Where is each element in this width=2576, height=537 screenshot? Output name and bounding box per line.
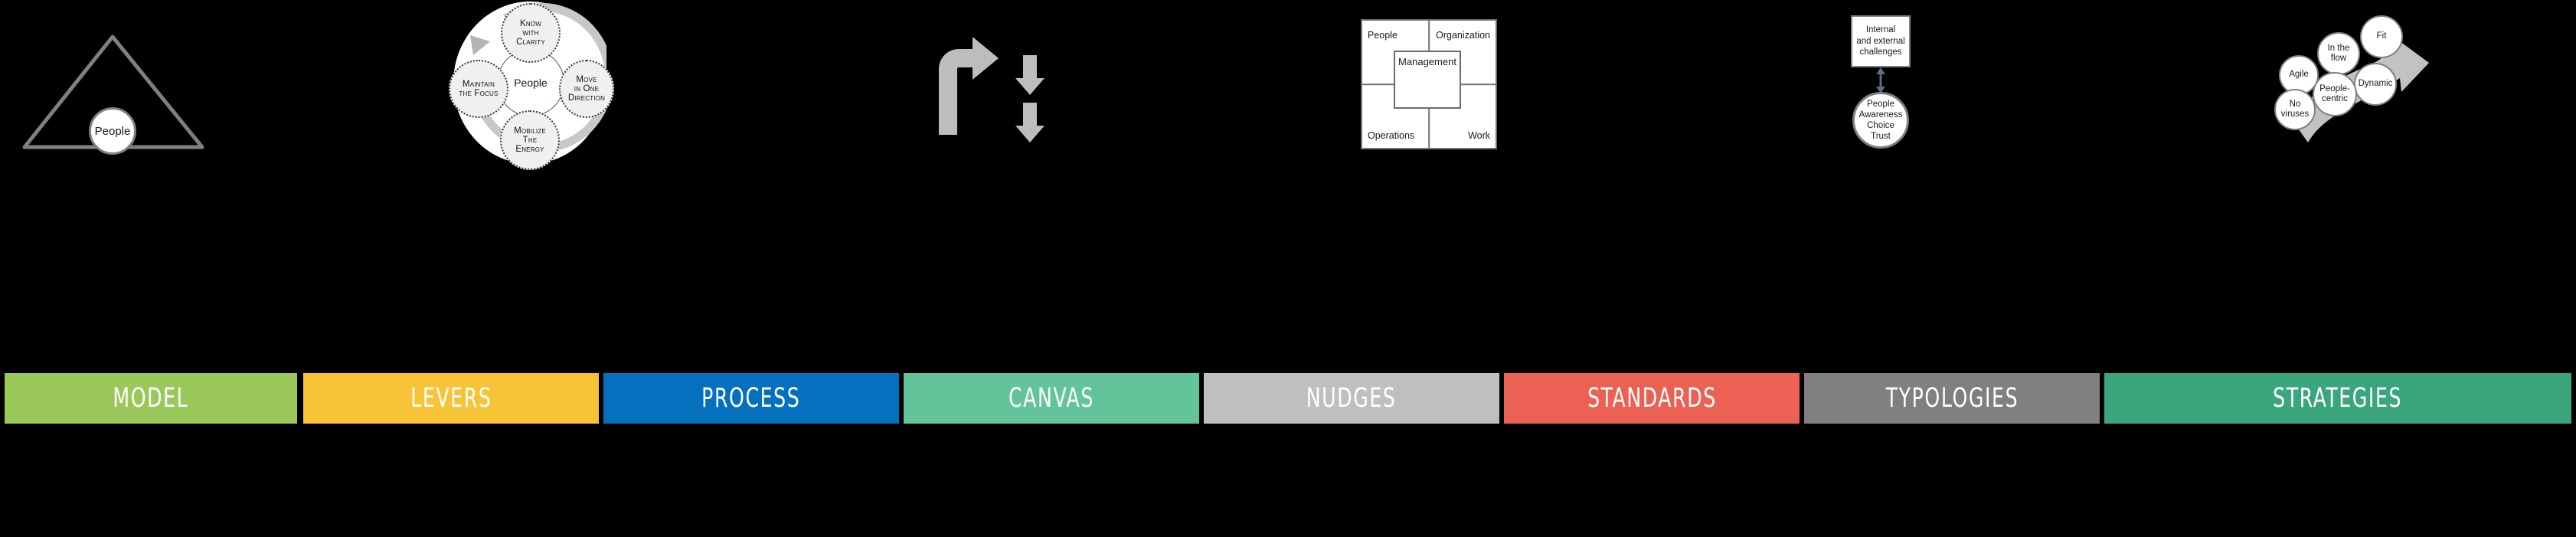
lever-node-mobilize-the-energy[interactable]: Mobilize The Energy bbox=[500, 110, 560, 170]
lever-line: the Focus bbox=[459, 89, 499, 98]
matrix-center-management: Management bbox=[1394, 51, 1461, 109]
label-chip-nudges[interactable]: NUDGES bbox=[1204, 373, 1499, 424]
lever-node-know-with-clarity[interactable]: Know with Clarity bbox=[501, 3, 561, 63]
bubble-line: Fit bbox=[2376, 31, 2387, 41]
lever-node-move-in-one-direction[interactable]: Move in One Direction bbox=[559, 60, 614, 118]
label-chip-typologies[interactable]: TYPOLOGIES bbox=[1804, 373, 2100, 424]
standards-bubble-fit[interactable]: Fit bbox=[2360, 15, 2403, 58]
lever-line: in One bbox=[574, 83, 600, 93]
bubble-line: People- bbox=[2319, 83, 2350, 93]
standards-figure: Agile In the flow Fit Dynamic People- ce… bbox=[1504, 0, 2429, 356]
label-chip-process[interactable]: PROCESS bbox=[603, 373, 899, 424]
lever-line: The bbox=[522, 135, 538, 145]
label-text-model: MODEL bbox=[113, 383, 189, 414]
standards-bubble-in-the-flow[interactable]: In the flow bbox=[2317, 32, 2360, 75]
diagram-board: People People Know with Clarity Move in … bbox=[0, 0, 2576, 537]
model-people-circle: People bbox=[89, 107, 136, 155]
standards-bubble-no-viruses[interactable]: No viruses bbox=[2274, 89, 2316, 130]
lever-line: Maintain bbox=[462, 79, 495, 89]
model-figure: People bbox=[5, 0, 297, 356]
matrix-label-people: People bbox=[1368, 30, 1398, 41]
lever-line: with bbox=[522, 28, 539, 38]
panel-typologies bbox=[1804, 0, 2100, 356]
bubble-line: In the bbox=[2327, 43, 2350, 53]
label-chip-levers[interactable]: LEVERS bbox=[303, 373, 599, 424]
panel-canvas: People Organization Operations Work Mana… bbox=[904, 0, 1497, 356]
bubble-line: flow bbox=[2330, 54, 2347, 63]
lever-line: Energy bbox=[515, 145, 544, 155]
matrix-label-organization: Organization bbox=[1436, 30, 1490, 41]
bubble-line: Agile bbox=[2289, 70, 2309, 80]
panel-standards: Agile In the flow Fit Dynamic People- ce… bbox=[1504, 0, 2429, 356]
panel-model: People bbox=[5, 0, 297, 356]
triangle-group: People bbox=[20, 31, 219, 155]
lever-line: Know bbox=[519, 18, 542, 28]
standards-bubble-cluster: Agile In the flow Fit Dynamic People- ce… bbox=[2274, 15, 2447, 153]
bubble-line: No bbox=[2289, 99, 2301, 109]
lever-line: Clarity bbox=[516, 38, 545, 47]
wheel-center-label: People bbox=[514, 77, 548, 89]
canvas-figure: People Organization Operations Work Mana… bbox=[904, 0, 1497, 356]
label-text-levers: LEVERS bbox=[410, 383, 492, 414]
panel-process bbox=[603, 0, 1044, 356]
bubble-line: viruses bbox=[2280, 110, 2310, 119]
levers-figure: People Know with Clarity Move in One Dir… bbox=[303, 0, 614, 356]
label-text-process: PROCESS bbox=[701, 383, 801, 414]
lever-node-maintain-the-focus[interactable]: Maintain the Focus bbox=[449, 60, 508, 118]
label-text-standards: STANDARDS bbox=[1587, 383, 1717, 414]
lever-line: Move bbox=[576, 74, 597, 84]
matrix-label-operations: Operations bbox=[1368, 130, 1415, 141]
label-text-nudges: NUDGES bbox=[1306, 383, 1397, 414]
label-text-strategies: STRATEGIES bbox=[2273, 383, 2403, 414]
label-chip-standards[interactable]: STANDARDS bbox=[1504, 373, 1800, 424]
standards-bubble-dynamic[interactable]: Dynamic bbox=[2354, 63, 2397, 106]
label-chip-model[interactable]: MODEL bbox=[5, 373, 297, 424]
label-chip-canvas[interactable]: CANVAS bbox=[904, 373, 1199, 424]
label-chip-strategies[interactable]: STRATEGIES bbox=[2104, 373, 2571, 424]
category-label-strip: MODEL LEVERS PROCESS CANVAS NUDGES STAND… bbox=[0, 373, 2576, 424]
levers-wheel: People Know with Clarity Move in One Dir… bbox=[449, 2, 614, 170]
bubble-line: centric bbox=[2322, 94, 2348, 103]
lever-line: Mobilize bbox=[514, 126, 546, 136]
model-people-label: People bbox=[94, 124, 131, 138]
standards-bubble-people-centric[interactable]: People- centric bbox=[2313, 72, 2357, 116]
matrix-label-work: Work bbox=[1468, 130, 1490, 141]
bubble-line: Dynamic bbox=[2358, 79, 2393, 89]
panel-levers: People Know with Clarity Move in One Dir… bbox=[303, 0, 614, 356]
typologies-figure bbox=[1804, 0, 2100, 356]
process-figure bbox=[603, 0, 1044, 356]
label-text-canvas: CANVAS bbox=[1008, 383, 1094, 414]
lever-line: Direction bbox=[567, 93, 606, 103]
label-text-typologies: TYPOLOGIES bbox=[1885, 383, 2019, 414]
